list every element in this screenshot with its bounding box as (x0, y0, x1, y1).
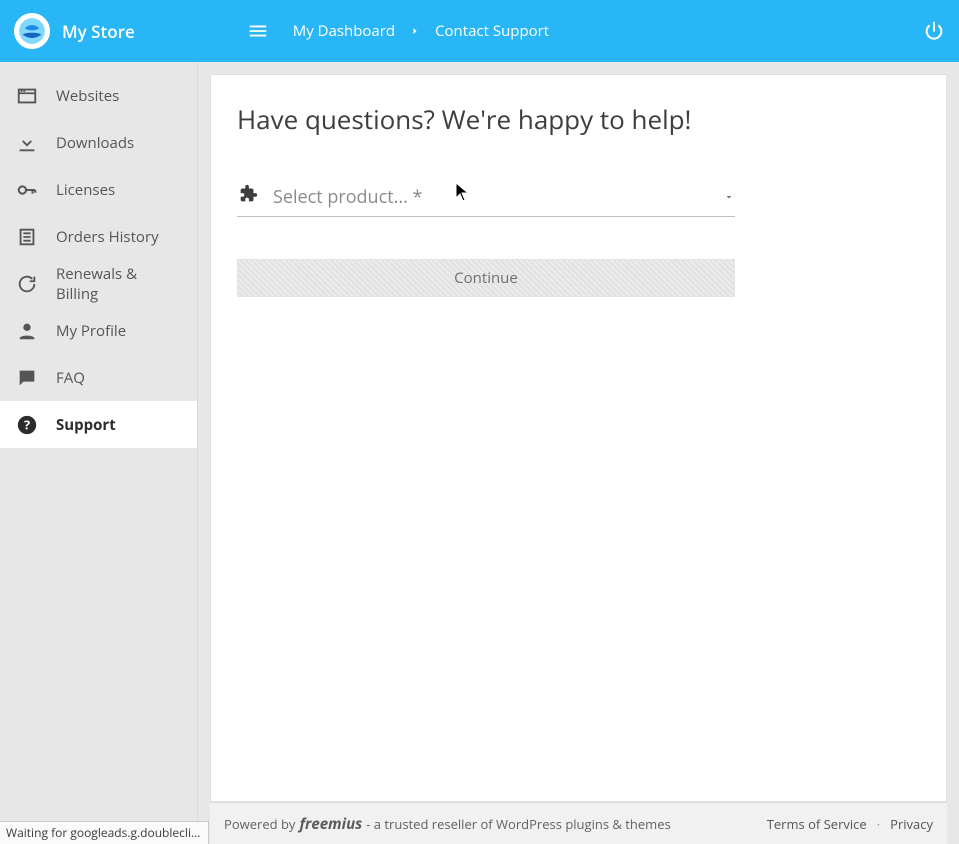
caret-down-icon (723, 186, 735, 208)
logout-button[interactable] (923, 20, 945, 42)
product-select[interactable]: Select product... * (237, 183, 735, 217)
sidebar-item-label: Licenses (56, 180, 115, 200)
footer-powered-prefix: Powered by (224, 815, 295, 833)
footer-separator: · (877, 815, 880, 833)
sidebar-item-support[interactable]: ? Support (0, 401, 197, 448)
chat-icon (16, 367, 38, 389)
breadcrumb: My Dashboard Contact Support (293, 21, 549, 41)
page-title: Have questions? We're happy to help! (237, 101, 920, 137)
sidebar-item-profile[interactable]: My Profile (0, 307, 197, 354)
puzzle-icon (237, 183, 259, 210)
sidebar-item-faq[interactable]: FAQ (0, 354, 197, 401)
web-icon (16, 85, 38, 107)
sidebar-item-label: Websites (56, 86, 119, 106)
sidebar-item-orders[interactable]: Orders History (0, 213, 197, 260)
app-header: My Store My Dashboard Contact Support (0, 0, 959, 62)
menu-toggle-icon[interactable] (247, 20, 269, 42)
help-icon: ? (16, 414, 38, 436)
product-select-placeholder: Select product... * (273, 185, 422, 209)
footer-tagline: - a trusted reseller of WordPress plugin… (366, 815, 670, 833)
continue-button[interactable]: Continue (237, 259, 735, 297)
list-icon (16, 226, 38, 248)
refresh-icon (16, 273, 38, 295)
footer: Powered by freemius - a trusted reseller… (210, 802, 947, 844)
sidebar-item-websites[interactable]: Websites (0, 72, 197, 119)
store-name: My Store (62, 20, 135, 43)
sidebar-item-downloads[interactable]: Downloads (0, 119, 197, 166)
sidebar-item-label: Support (56, 415, 116, 435)
svg-text:?: ? (24, 415, 30, 433)
breadcrumb-current: Contact Support (435, 21, 549, 41)
key-icon (16, 179, 38, 201)
breadcrumb-root[interactable]: My Dashboard (293, 21, 395, 41)
sidebar-item-label: FAQ (56, 368, 85, 388)
sidebar-item-label: Downloads (56, 133, 134, 153)
sidebar-item-label: My Profile (56, 321, 126, 341)
footer-terms-link[interactable]: Terms of Service (767, 815, 867, 833)
main-content: Have questions? We're happy to help! Sel… (210, 74, 947, 802)
footer-privacy-link[interactable]: Privacy (890, 815, 933, 833)
sidebar: Websites Downloads Licenses Orders Histo… (0, 62, 198, 844)
continue-button-label: Continue (454, 268, 518, 288)
footer-brand[interactable]: freemius (299, 814, 362, 834)
brand-logo-icon (14, 13, 50, 49)
sidebar-item-label: Orders History (56, 227, 159, 247)
chevron-right-icon (409, 25, 421, 37)
sidebar-item-label: Renewals & Billing (56, 264, 181, 304)
download-icon (16, 132, 38, 154)
sidebar-item-renewals[interactable]: Renewals & Billing (0, 260, 197, 307)
sidebar-item-licenses[interactable]: Licenses (0, 166, 197, 213)
person-icon (16, 320, 38, 342)
browser-status-bar: Waiting for googleads.g.doublecli… (0, 821, 209, 844)
brand[interactable]: My Store (14, 13, 135, 49)
